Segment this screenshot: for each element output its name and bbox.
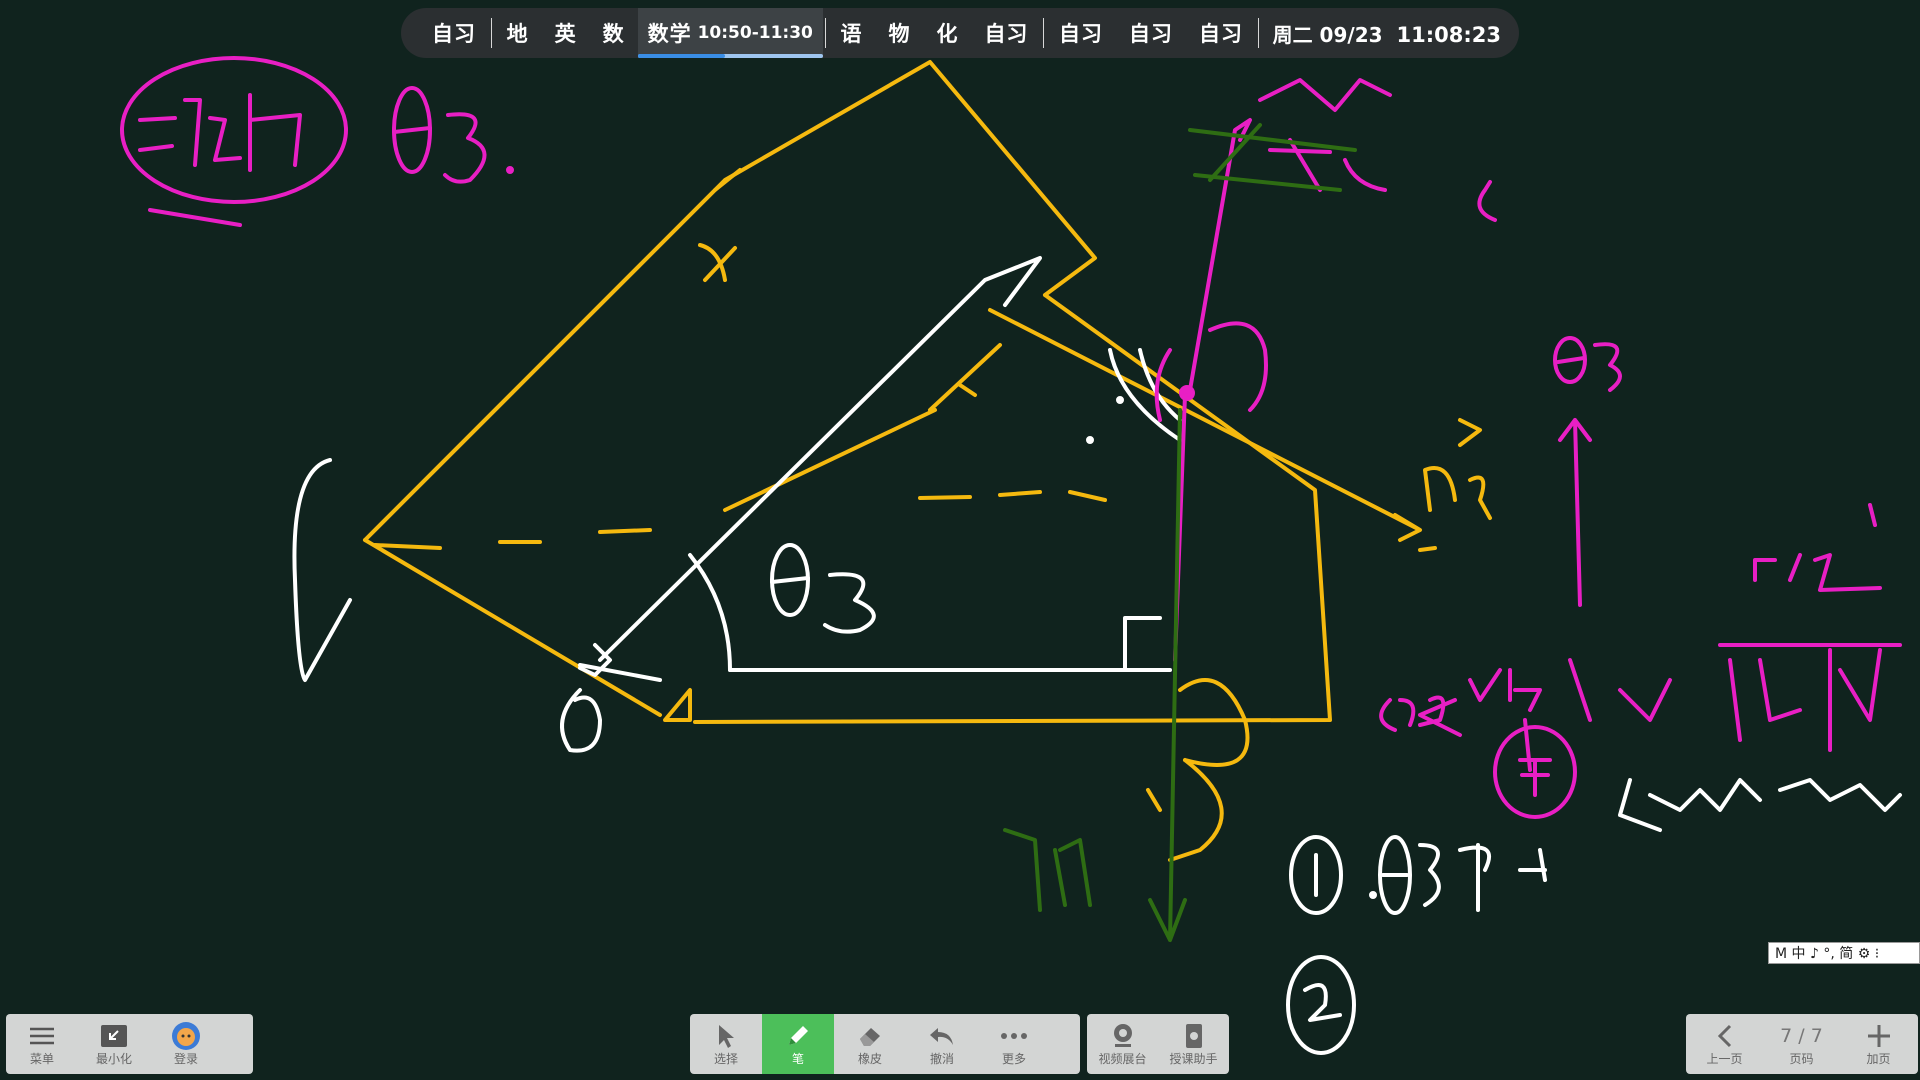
select-label: 选择 (713, 1051, 738, 1066)
page-indicator[interactable]: 7 / 7 页码 (1763, 1014, 1840, 1074)
schedule-slot: 英 (554, 22, 577, 46)
pen-label: 笔 (791, 1051, 804, 1066)
teaching-assistant-button[interactable]: 授课助手 (1158, 1014, 1229, 1074)
page-number: 7 / 7 (1780, 1024, 1823, 1047)
phone-icon (1184, 1022, 1204, 1050)
schedule-slot: 自习 (984, 22, 1029, 46)
minimize-label: 最小化 (95, 1051, 132, 1066)
ime-status-bar[interactable]: M 中 ♪ °, 简 ⚙ ⁝ (1768, 942, 1920, 964)
ink-theta3-top (392, 86, 514, 184)
more-label: 更多 (1001, 1051, 1026, 1066)
pen-tool-button[interactable]: 笔 (762, 1014, 834, 1074)
page-label: 页码 (1789, 1051, 1814, 1066)
minimize-button[interactable]: 最小化 (78, 1014, 150, 1074)
class-schedule-bar: 自习 地 英 数 数学 10:50-11:30 语 物 化 自习 自习 自习 自… (401, 8, 1519, 58)
ink-notes-bottom (1286, 778, 1902, 1055)
video-booth-label: 视频展台 (1098, 1051, 1147, 1066)
schedule-slot: 自习 (1059, 22, 1104, 46)
ink-label-B (1146, 678, 1250, 862)
schedule-slot: 自习 (1199, 22, 1244, 46)
current-subject: 数学 (647, 22, 692, 46)
media-toolbar: 视频展台 授课助手 (1087, 1014, 1229, 1074)
cursor-icon (714, 1022, 738, 1050)
schedule-divider (1043, 18, 1045, 48)
ink-magenta-normal (1154, 78, 1497, 662)
undo-label: 撤消 (929, 1051, 954, 1066)
toolbar-left: 菜单 最小化 登录 (6, 1014, 253, 1074)
add-page-button[interactable]: 加页 (1840, 1014, 1917, 1074)
ink-circled-note (120, 56, 348, 227)
ink-formula (1379, 336, 1902, 819)
webcam-icon (1111, 1022, 1135, 1050)
ink-label-n2 (1418, 418, 1492, 552)
menu-button[interactable]: 菜单 (6, 1014, 78, 1074)
login-button[interactable]: 登录 (150, 1014, 222, 1074)
hamburger-icon (28, 1022, 56, 1050)
schedule-slot: 自习 (1129, 22, 1174, 46)
minimize-icon (100, 1022, 128, 1050)
pen-icon (785, 1022, 811, 1050)
prev-page-button[interactable]: 上一页 (1686, 1014, 1763, 1074)
day-date: 周二 09/23 (1272, 22, 1383, 47)
schedule-divider (824, 18, 826, 48)
schedule-divider (1258, 18, 1259, 48)
login-label: 登录 (173, 1051, 198, 1066)
schedule-slot: 地 (506, 22, 529, 46)
whiteboard-canvas[interactable] (0, 0, 1920, 1080)
schedule-slot: 数 (602, 22, 625, 46)
prev-page-label: 上一页 (1706, 1051, 1743, 1066)
select-tool-button[interactable]: 选择 (690, 1014, 762, 1074)
schedule-slot: 自习 (432, 22, 476, 46)
drawing-toolbar: 选择 笔 橡皮 撤消 更多 (690, 1014, 1080, 1074)
class-progress-fill (637, 54, 725, 58)
more-dots-icon (1000, 1022, 1028, 1050)
eraser-tool-button[interactable]: 橡皮 (834, 1014, 906, 1074)
plus-icon (1866, 1022, 1892, 1050)
schedule-divider (491, 18, 492, 48)
clock-time: 11:08:23 (1396, 22, 1501, 47)
current-time-range: 10:50-11:30 (697, 23, 813, 43)
add-page-label: 加页 (1866, 1051, 1891, 1066)
undo-button[interactable]: 撤消 (906, 1014, 978, 1074)
eraser-label: 橡皮 (857, 1051, 882, 1066)
avatar-icon (171, 1021, 201, 1050)
schedule-current-slot: 数学 10:50-11:30 (637, 8, 823, 58)
schedule-slot: 化 (936, 22, 959, 46)
schedule-slot: 语 (840, 22, 863, 46)
handwriting-layer (120, 56, 1902, 1055)
undo-icon (928, 1022, 956, 1050)
date-clock: 周二 09/23 11:08:23 (1273, 19, 1501, 48)
page-navigation: 上一页 7 / 7 页码 加页 (1686, 1014, 1918, 1074)
eraser-icon (857, 1022, 883, 1050)
ink-theta3-mid (770, 543, 876, 634)
menu-label: 菜单 (29, 1051, 54, 1066)
chevron-left-icon (1715, 1022, 1735, 1050)
video-booth-button[interactable]: 视频展台 (1087, 1014, 1158, 1074)
more-button[interactable]: 更多 (978, 1014, 1050, 1074)
schedule-slot: 物 (888, 22, 911, 46)
teaching-assistant-label: 授课助手 (1169, 1051, 1218, 1066)
